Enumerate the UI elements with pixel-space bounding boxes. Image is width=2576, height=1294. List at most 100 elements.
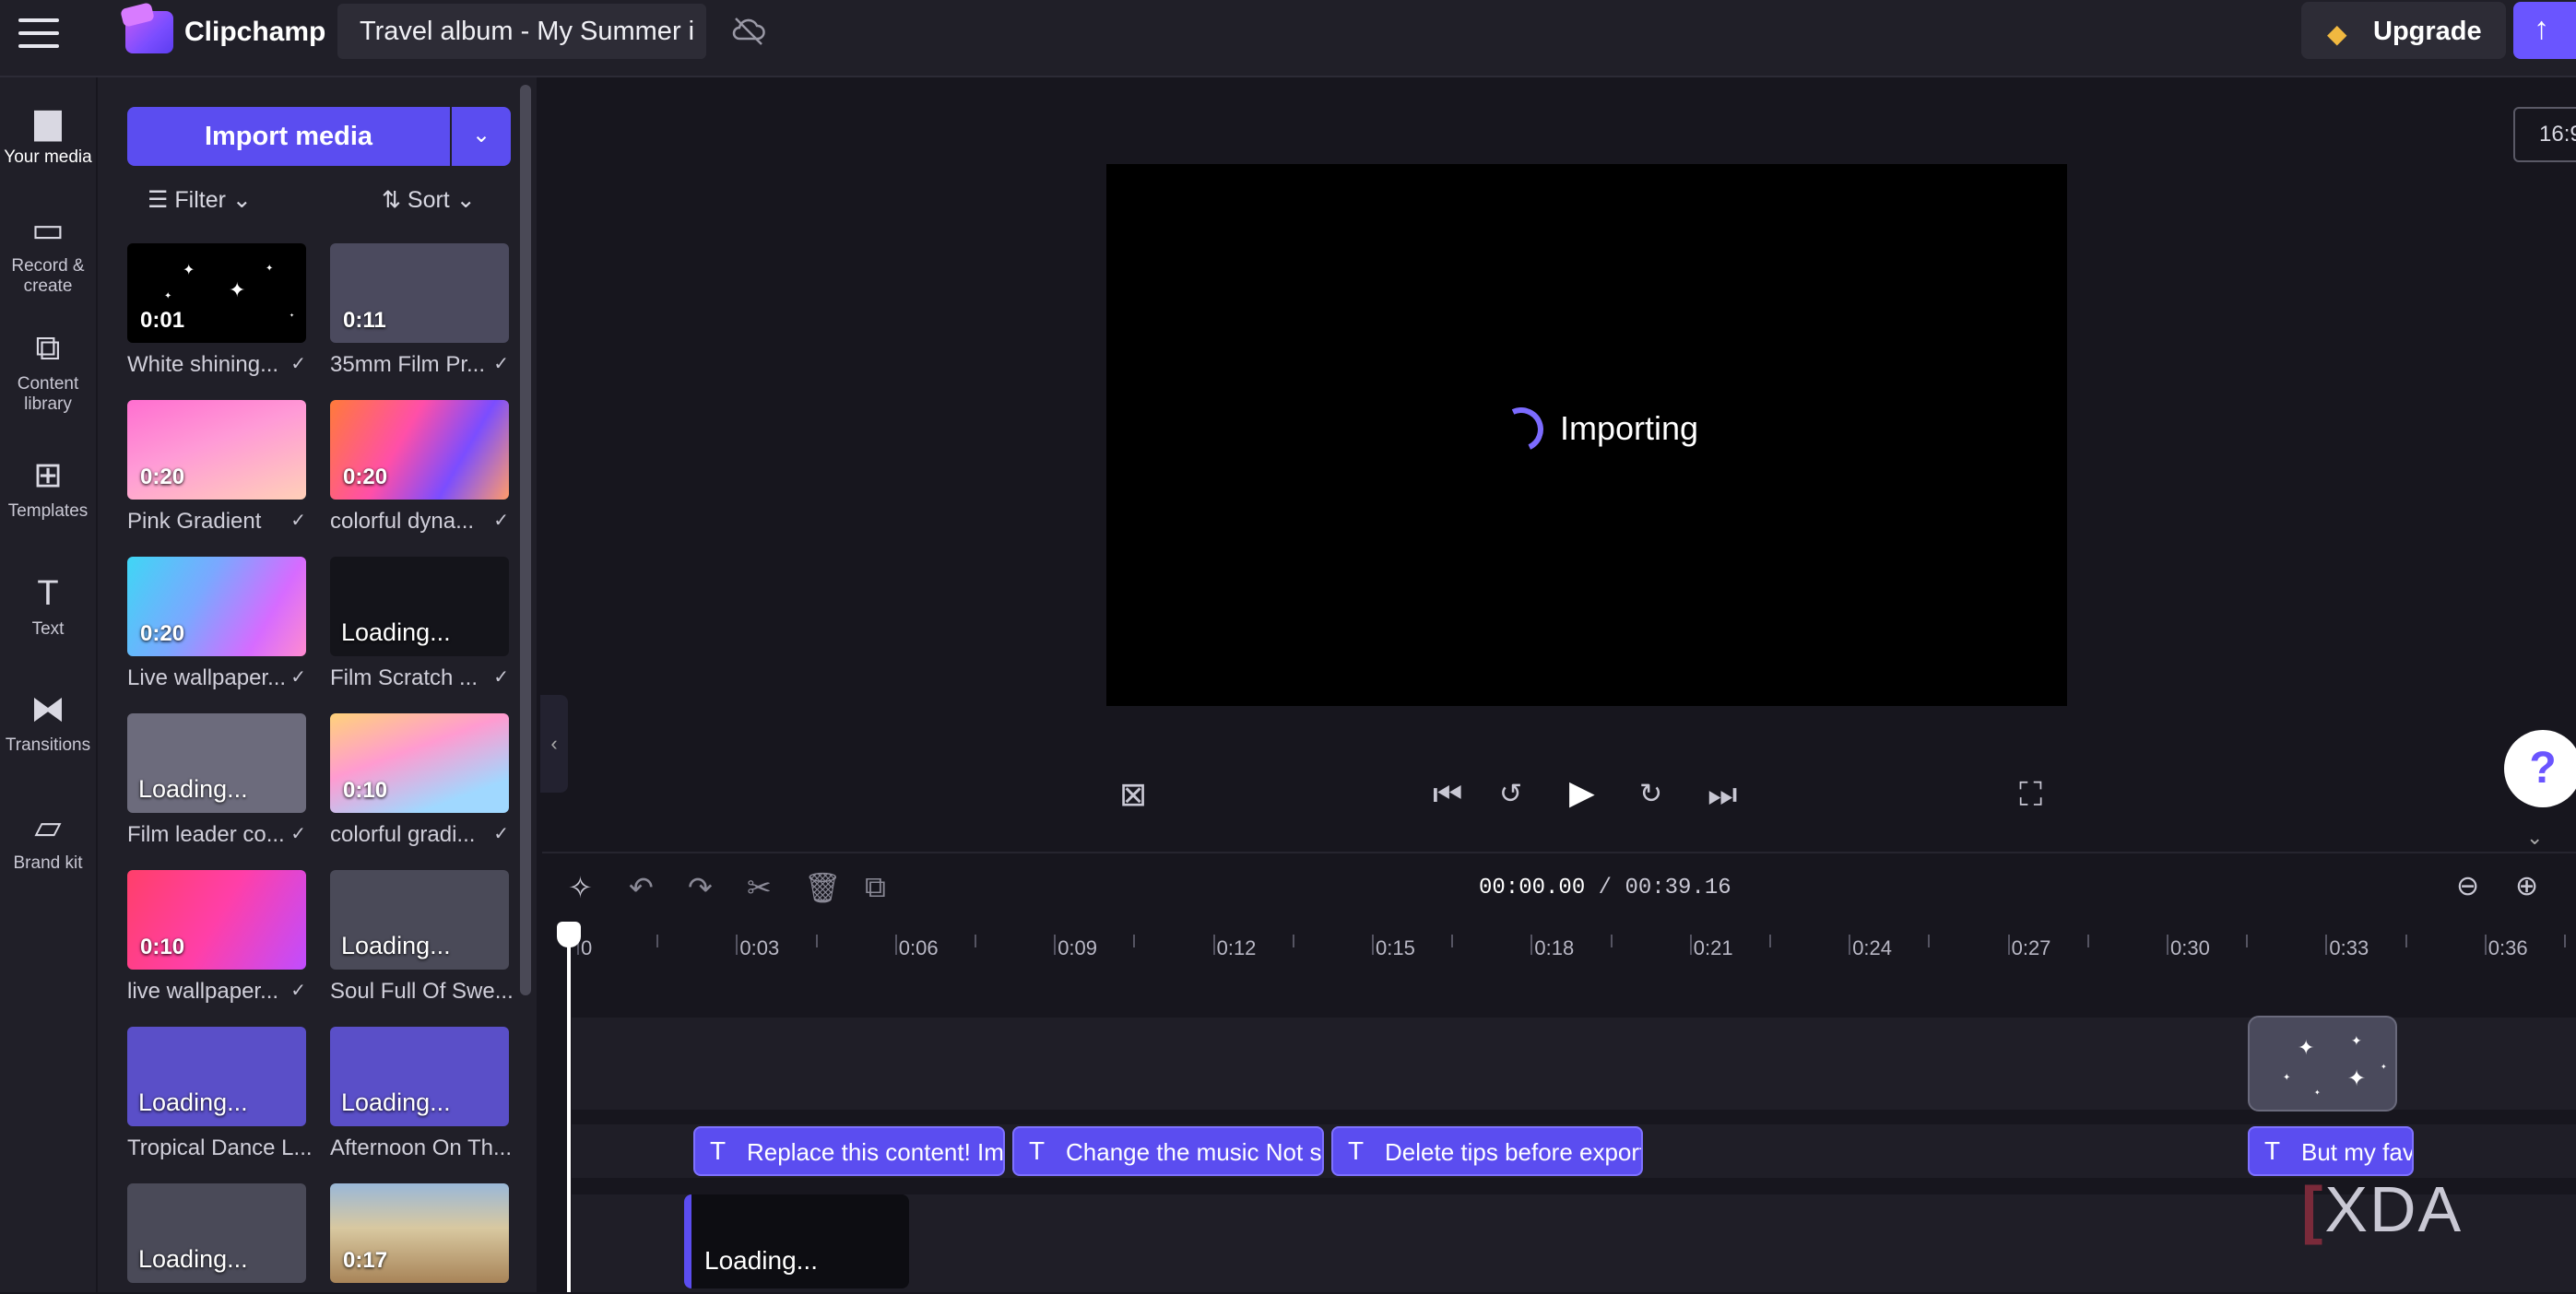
media-thumbnail[interactable]: 0:17: [330, 1183, 509, 1283]
media-caption: Soul Full Of Swe...: [330, 979, 514, 1004]
ruler-label: 0:21: [1693, 936, 1733, 959]
fullscreen-icon[interactable]: ⛶: [2019, 776, 2042, 813]
rewind-5-icon[interactable]: ↺: [1499, 776, 1522, 813]
text-clip-replace-content[interactable]: T Replace this content! Imp: [693, 1126, 1005, 1176]
forward-5-icon[interactable]: ↻: [1639, 776, 1662, 813]
media-thumbnail[interactable]: Loading...: [127, 1183, 306, 1283]
sort-button[interactable]: ⇅ Sort ⌄: [382, 186, 476, 214]
media-thumbnail[interactable]: Loading...: [330, 870, 509, 970]
sparkle-overlay-clip[interactable]: ✦ ✦ ✦ ✦ ✦ ✦: [2248, 1016, 2397, 1112]
ruler-label: 0:09: [1058, 936, 1098, 959]
clipchamp-logo-icon: [125, 11, 173, 53]
playhead-handle[interactable]: [557, 922, 581, 947]
scissors-icon[interactable]: ✂: [747, 870, 772, 905]
ruler-minor-tick: [656, 935, 659, 947]
text-clip-change-music[interactable]: T Change the music Not su: [1012, 1126, 1324, 1176]
media-thumbnail[interactable]: 0:20: [330, 400, 509, 500]
menu-icon[interactable]: [18, 18, 59, 50]
svg-text:✦: ✦: [2298, 1036, 2314, 1059]
check-icon: ✓: [493, 667, 509, 688]
media-caption: colorful gradi... ✓: [330, 822, 509, 847]
duration-badge: 0:11: [343, 308, 386, 333]
check-icon: ✓: [290, 667, 306, 688]
duration-badge: 0:20: [140, 621, 185, 646]
media-thumbnail[interactable]: Loading...: [127, 1027, 306, 1126]
play-icon[interactable]: ▶: [1569, 774, 1595, 811]
media-thumbnail[interactable]: 0:20: [127, 557, 306, 656]
upgrade-button[interactable]: ◆ Upgrade: [2301, 2, 2506, 59]
trash-icon[interactable]: 🗑: [804, 870, 842, 905]
svg-text:✦: ✦: [290, 312, 294, 319]
svg-text:✦: ✦: [266, 264, 273, 274]
media-thumbnail[interactable]: Loading...: [330, 557, 509, 656]
export-button[interactable]: ↑: [2513, 2, 2576, 59]
svg-text:✦: ✦: [164, 291, 171, 301]
video-clip[interactable]: Loading...: [684, 1194, 909, 1288]
text-icon: T: [1348, 1136, 1365, 1165]
help-button[interactable]: ?: [2504, 730, 2576, 807]
duration-badge: 0:20: [343, 465, 388, 489]
media-thumbnail[interactable]: ✦ ✦ ✦ ✦ ✦ 0:01: [127, 243, 306, 343]
xda-watermark: [XDA: [2301, 1173, 2464, 1245]
rail-item-your-media[interactable]: ▆ Your media: [0, 101, 96, 168]
ruler-label: 0:30: [2170, 936, 2210, 959]
rail-item-content-library[interactable]: ⧉ Content library: [0, 328, 96, 415]
ruler-label: 0:24: [1852, 936, 1893, 959]
text-icon: T: [710, 1136, 727, 1165]
import-dropdown-button[interactable]: ⌄: [452, 107, 511, 166]
ruler-label: 0:18: [1534, 936, 1575, 959]
media-scrollbar[interactable]: [520, 85, 531, 995]
check-icon: ✓: [290, 354, 306, 374]
text-clip-but-my-fav[interactable]: T But my fav: [2248, 1126, 2414, 1176]
sparkle-icon[interactable]: ✧: [568, 870, 593, 905]
zoom-in-icon[interactable]: ⊕: [2515, 870, 2538, 902]
rail-item-brand-kit[interactable]: ▱ Brand kit: [0, 807, 96, 874]
skip-forward-icon[interactable]: ⏭: [1707, 776, 1737, 813]
text-clip-delete-tips[interactable]: T Delete tips before export: [1331, 1126, 1643, 1176]
zoom-out-icon[interactable]: ⊖: [2456, 870, 2479, 902]
media-thumbnail[interactable]: Loading...: [127, 713, 306, 813]
svg-text:✦: ✦: [2381, 1063, 2387, 1071]
ruler-minor-tick: [1133, 935, 1136, 947]
chevron-down-icon: ⌄: [231, 187, 252, 213]
filter-button[interactable]: ☰ Filter ⌄: [148, 186, 252, 214]
aspect-ratio-button[interactable]: 16:9: [2513, 107, 2576, 162]
ruler-minor-tick: [1928, 935, 1931, 947]
media-thumbnail[interactable]: 0:10: [127, 870, 306, 970]
ruler-tick: [2167, 935, 2168, 955]
media-thumbnail[interactable]: 0:20: [127, 400, 306, 500]
check-icon: ✓: [493, 824, 509, 844]
rail-item-text[interactable]: T Text: [0, 573, 96, 640]
camera-icon: ▭: [31, 211, 65, 250]
loading-label: Loading...: [341, 618, 451, 646]
redo-icon[interactable]: ↷: [688, 870, 713, 905]
rail-item-transitions[interactable]: ⧓ Transitions: [0, 689, 96, 756]
project-title-input[interactable]: Travel album - My Summer i: [337, 4, 706, 59]
folder-icon: ▆: [34, 102, 62, 141]
ruler-minor-tick: [975, 935, 976, 947]
media-thumbnail[interactable]: Loading...: [330, 1027, 509, 1126]
media-thumbnail[interactable]: 0:11: [330, 243, 509, 343]
chevron-down-icon[interactable]: ⌄: [2526, 826, 2543, 850]
media-caption: Live wallpaper... ✓: [127, 665, 306, 690]
upgrade-label: Upgrade: [2373, 17, 2482, 46]
playhead[interactable]: [567, 933, 571, 1292]
duplicate-icon[interactable]: ⧉: [865, 870, 886, 905]
question-icon: ?: [2529, 744, 2557, 793]
magic-icon[interactable]: ⊠: [1119, 776, 1147, 813]
rail-item-record-create[interactable]: ▭ Record & create: [0, 210, 96, 297]
rail-item-templates[interactable]: ⊞ Templates: [0, 455, 96, 522]
cloud-offline-icon[interactable]: [730, 15, 767, 46]
media-thumbnail[interactable]: 0:10: [330, 713, 509, 813]
skip-back-icon[interactable]: ⏮: [1433, 776, 1462, 813]
collapse-panel-button[interactable]: ‹: [540, 695, 568, 793]
check-icon: ✓: [290, 981, 306, 1001]
duration-badge: 0:17: [343, 1248, 388, 1273]
undo-icon[interactable]: ↶: [629, 870, 654, 905]
app-name: Clipchamp: [184, 17, 326, 47]
import-media-button[interactable]: Import media: [127, 107, 450, 166]
media-caption: White shining... ✓: [127, 352, 306, 377]
loading-label: Loading...: [341, 932, 451, 959]
export-arrow-icon: ↑: [2534, 11, 2549, 46]
ruler-label: 0:06: [898, 936, 939, 959]
